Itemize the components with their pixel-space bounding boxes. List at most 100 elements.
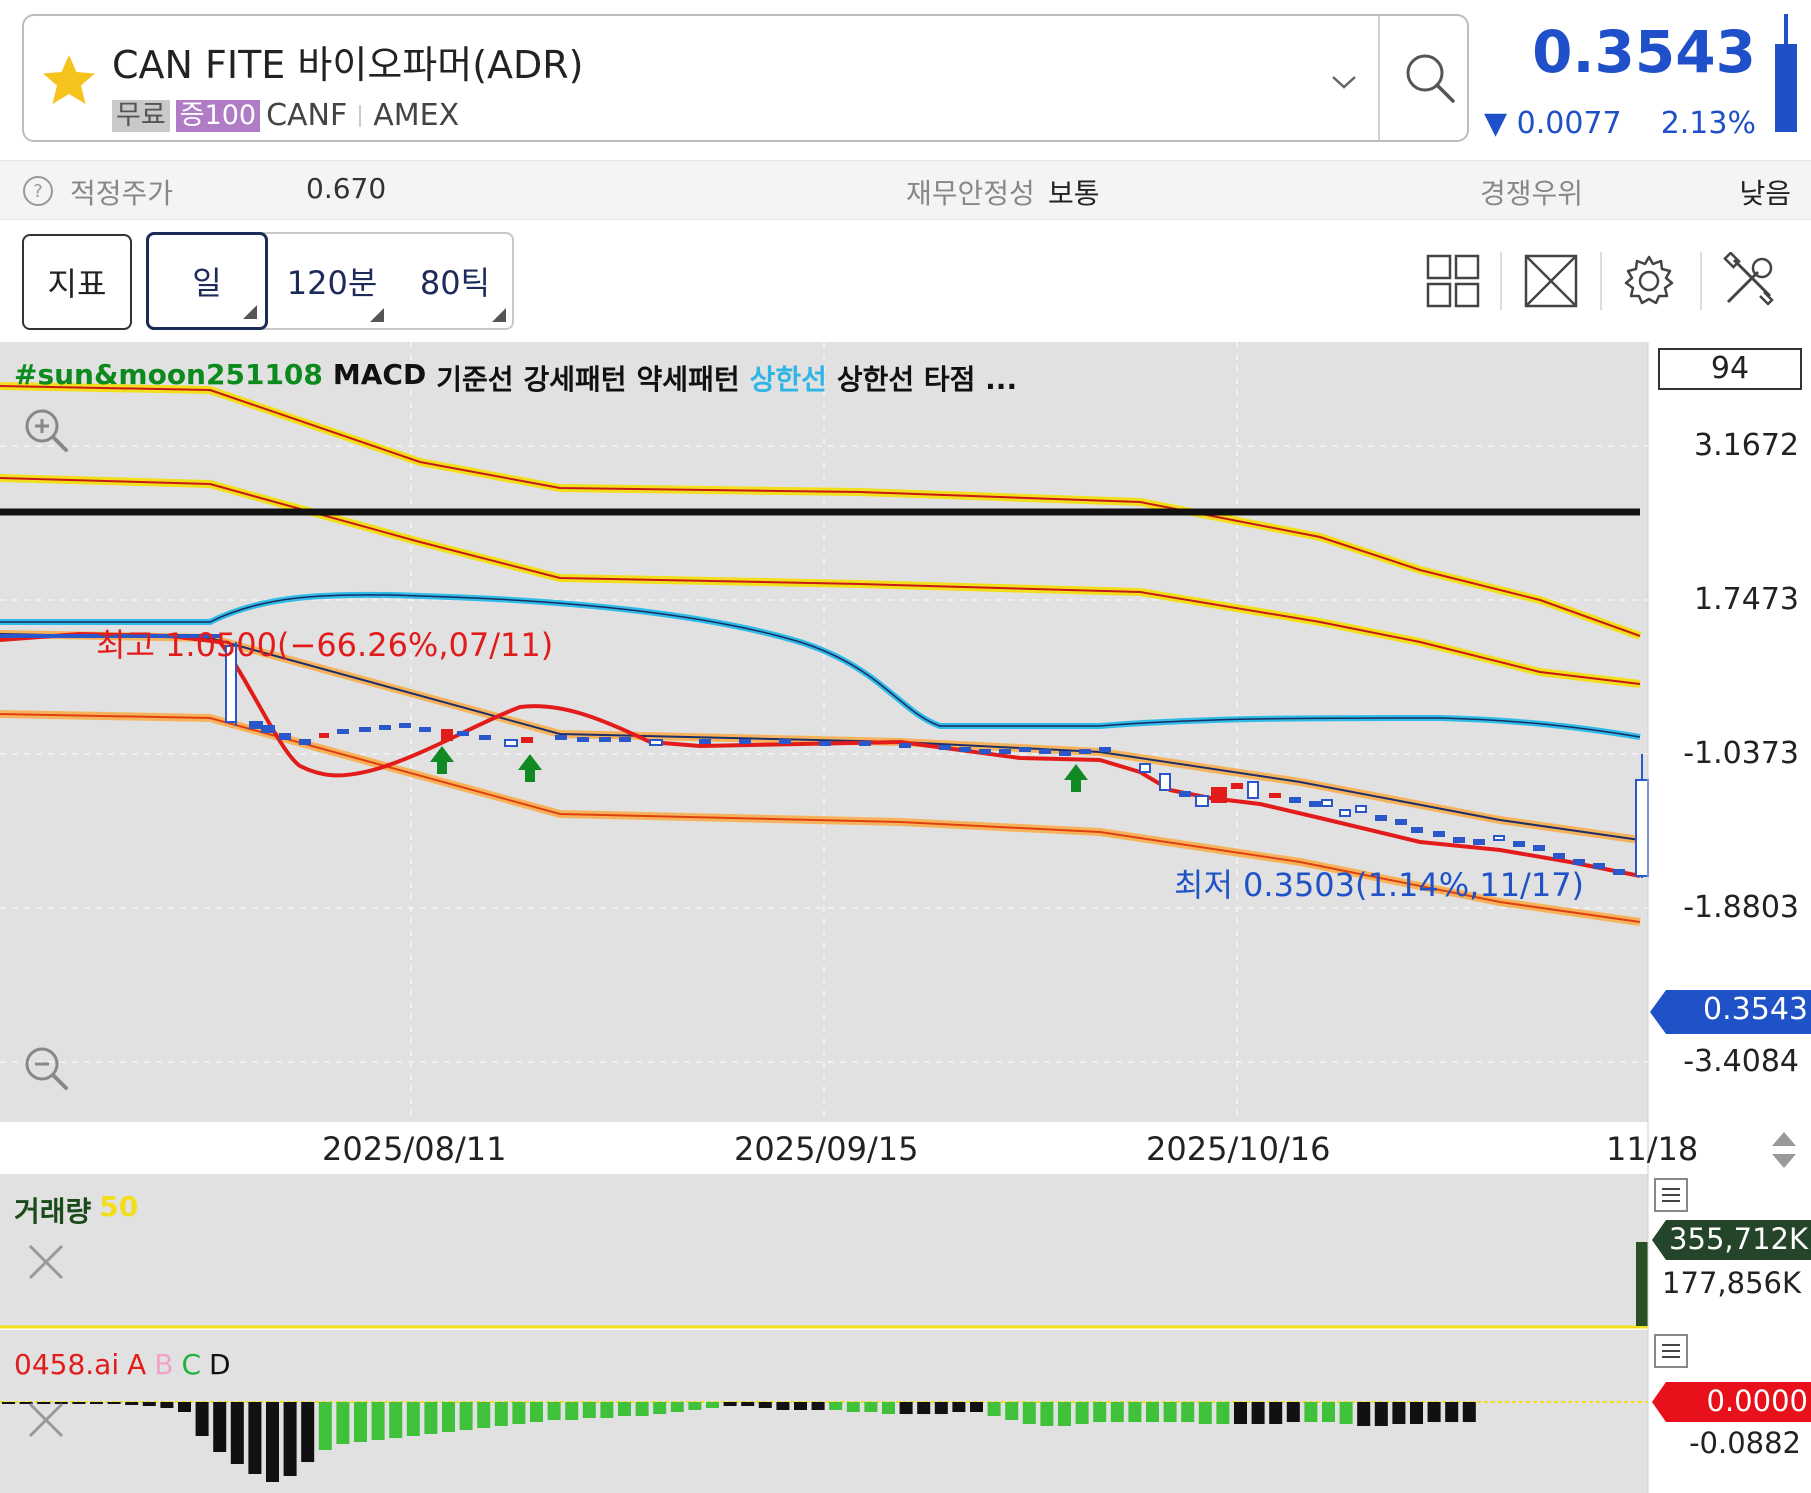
corner-triangle-icon (492, 308, 506, 322)
histogram-bar (934, 1402, 948, 1414)
period-day-button[interactable]: 일 (146, 232, 268, 330)
histogram-bar (1075, 1402, 1089, 1424)
period-120min-button[interactable]: 120분 (272, 232, 392, 330)
divider (359, 104, 362, 127)
gear-icon[interactable] (1620, 252, 1678, 310)
chart-area[interactable]: #sun&moon251108 MACD 기준선 강세패턴 약세패턴 상한선 상… (0, 342, 1811, 1493)
svg-text:?: ? (33, 181, 43, 202)
competitive-advantage-value: 낮음 (1739, 177, 1791, 210)
histogram-bar (1040, 1402, 1054, 1426)
indicator-b[interactable]: B (154, 1348, 173, 1381)
y-axis-label: -3.4084 (1683, 1044, 1799, 1079)
chevron-down-icon[interactable] (1329, 72, 1359, 92)
histogram-bar (160, 1402, 174, 1408)
legend-weak-pattern[interactable]: 약세패턴 (637, 358, 740, 398)
scroll-updown-icon[interactable] (1768, 1128, 1800, 1172)
histogram-bar (1110, 1402, 1124, 1422)
menu-icon[interactable] (1654, 1334, 1688, 1368)
price-chart[interactable] (0, 342, 1811, 1493)
x-axis-label: 2025/10/16 (1146, 1130, 1331, 1168)
period-80-label: 80틱 (419, 264, 491, 302)
corner-triangle-icon (243, 305, 257, 319)
histogram-bar (389, 1402, 403, 1438)
histogram-bar (1304, 1402, 1318, 1422)
histogram-bar (565, 1402, 579, 1420)
histogram-bar (970, 1402, 983, 1412)
histogram-bar (829, 1402, 843, 1410)
legend-strong-pattern[interactable]: 강세패턴 (524, 358, 627, 398)
close-icon[interactable] (22, 1238, 70, 1286)
histogram-bar (864, 1402, 878, 1412)
histogram-bar (213, 1402, 227, 1452)
histogram-bar (952, 1402, 966, 1412)
legend-sun-moon[interactable]: #sun&moon251108 (14, 358, 323, 398)
histogram-bar (1427, 1402, 1441, 1422)
current-price: 0.3543 (1532, 18, 1756, 86)
layout-grid-icon[interactable] (1424, 252, 1482, 310)
histogram-bar (424, 1402, 438, 1434)
margin-badge: 증100 (175, 99, 261, 132)
stock-tags: 무료 증100 CANF AMEX (112, 98, 459, 133)
exchange: AMEX (373, 98, 460, 133)
histogram-bar (494, 1402, 508, 1426)
histogram-bar (1234, 1402, 1247, 1424)
histogram-bar (741, 1402, 755, 1406)
histogram-bar (178, 1402, 191, 1412)
valuation-info-row: ? 적정주가 0.670 재무안정성 보통 경쟁우위 낮음 (0, 160, 1811, 220)
menu-icon[interactable] (1654, 1178, 1688, 1212)
indicator-button[interactable]: 지표 (22, 234, 132, 330)
histogram-bar (142, 1402, 156, 1406)
histogram-bar (1216, 1402, 1230, 1424)
histogram-bar (530, 1402, 543, 1422)
zoom-out-icon[interactable] (22, 1044, 70, 1092)
histogram-bar (758, 1402, 772, 1408)
tools-icon[interactable] (1720, 252, 1778, 310)
volume-legend[interactable]: 거래량 50 (14, 1190, 138, 1230)
histogram-bar (917, 1402, 931, 1414)
star-icon[interactable] (40, 52, 98, 110)
histogram-bar (230, 1402, 244, 1464)
period-80tick-button[interactable]: 80틱 (396, 232, 514, 330)
financial-stability-value: 보통 (1048, 177, 1100, 210)
indicator-name[interactable]: 0458.ai (14, 1348, 119, 1381)
search-icon[interactable] (1402, 50, 1458, 106)
indicator-a[interactable]: A (127, 1348, 146, 1381)
histogram-bar (794, 1402, 807, 1410)
indicator-legend[interactable]: 0458.ai A B C D (14, 1348, 231, 1381)
volume-label[interactable]: 거래량 (14, 1190, 91, 1230)
legend-upper-touch[interactable]: 상한선 타점 ... (837, 358, 1017, 398)
fullscreen-icon[interactable] (1522, 252, 1580, 310)
histogram-bar (1251, 1402, 1265, 1424)
histogram-bar (354, 1402, 367, 1442)
histogram-bar (459, 1402, 473, 1430)
histogram-bar (477, 1402, 491, 1428)
search-button[interactable] (1378, 16, 1471, 140)
histogram-bar (653, 1402, 667, 1414)
histogram-bar (1269, 1402, 1283, 1424)
stock-header[interactable]: CAN FITE 바이오파머(ADR) 무료 증100 CANF AMEX (22, 14, 1469, 142)
legend-base-line[interactable]: 기준선 (436, 358, 513, 398)
period-day-label: 일 (192, 264, 222, 302)
chart-legend[interactable]: #sun&moon251108 MACD 기준선 강세패턴 약세패턴 상한선 상… (14, 358, 1017, 398)
price-change-percent: 2.13% (1660, 106, 1756, 141)
histogram-bar (1286, 1402, 1300, 1422)
legend-macd[interactable]: MACD (333, 358, 426, 398)
free-badge: 무료 (112, 99, 170, 132)
indicator-value-label: 0.0000 (1706, 1384, 1808, 1418)
indicator-d[interactable]: D (209, 1348, 231, 1381)
divider (1600, 252, 1602, 310)
legend-upper-line[interactable]: 상한선 (750, 358, 827, 398)
value-box: 94 (1658, 348, 1802, 390)
help-icon[interactable]: ? (22, 175, 54, 207)
volume-period[interactable]: 50 (99, 1190, 138, 1230)
histogram-bar (1410, 1402, 1423, 1424)
histogram-bar (301, 1402, 315, 1462)
fair-price-label: 적정주가 (70, 177, 174, 210)
histogram-bar (706, 1402, 719, 1408)
zoom-in-icon[interactable] (22, 406, 70, 454)
histogram-bar (248, 1402, 262, 1474)
high-annotation: 최고 1.0500(−66.26%,07/11) (96, 626, 554, 664)
indicator-c[interactable]: C (181, 1348, 201, 1381)
close-icon[interactable] (22, 1396, 70, 1444)
histogram-bar (1128, 1402, 1142, 1422)
